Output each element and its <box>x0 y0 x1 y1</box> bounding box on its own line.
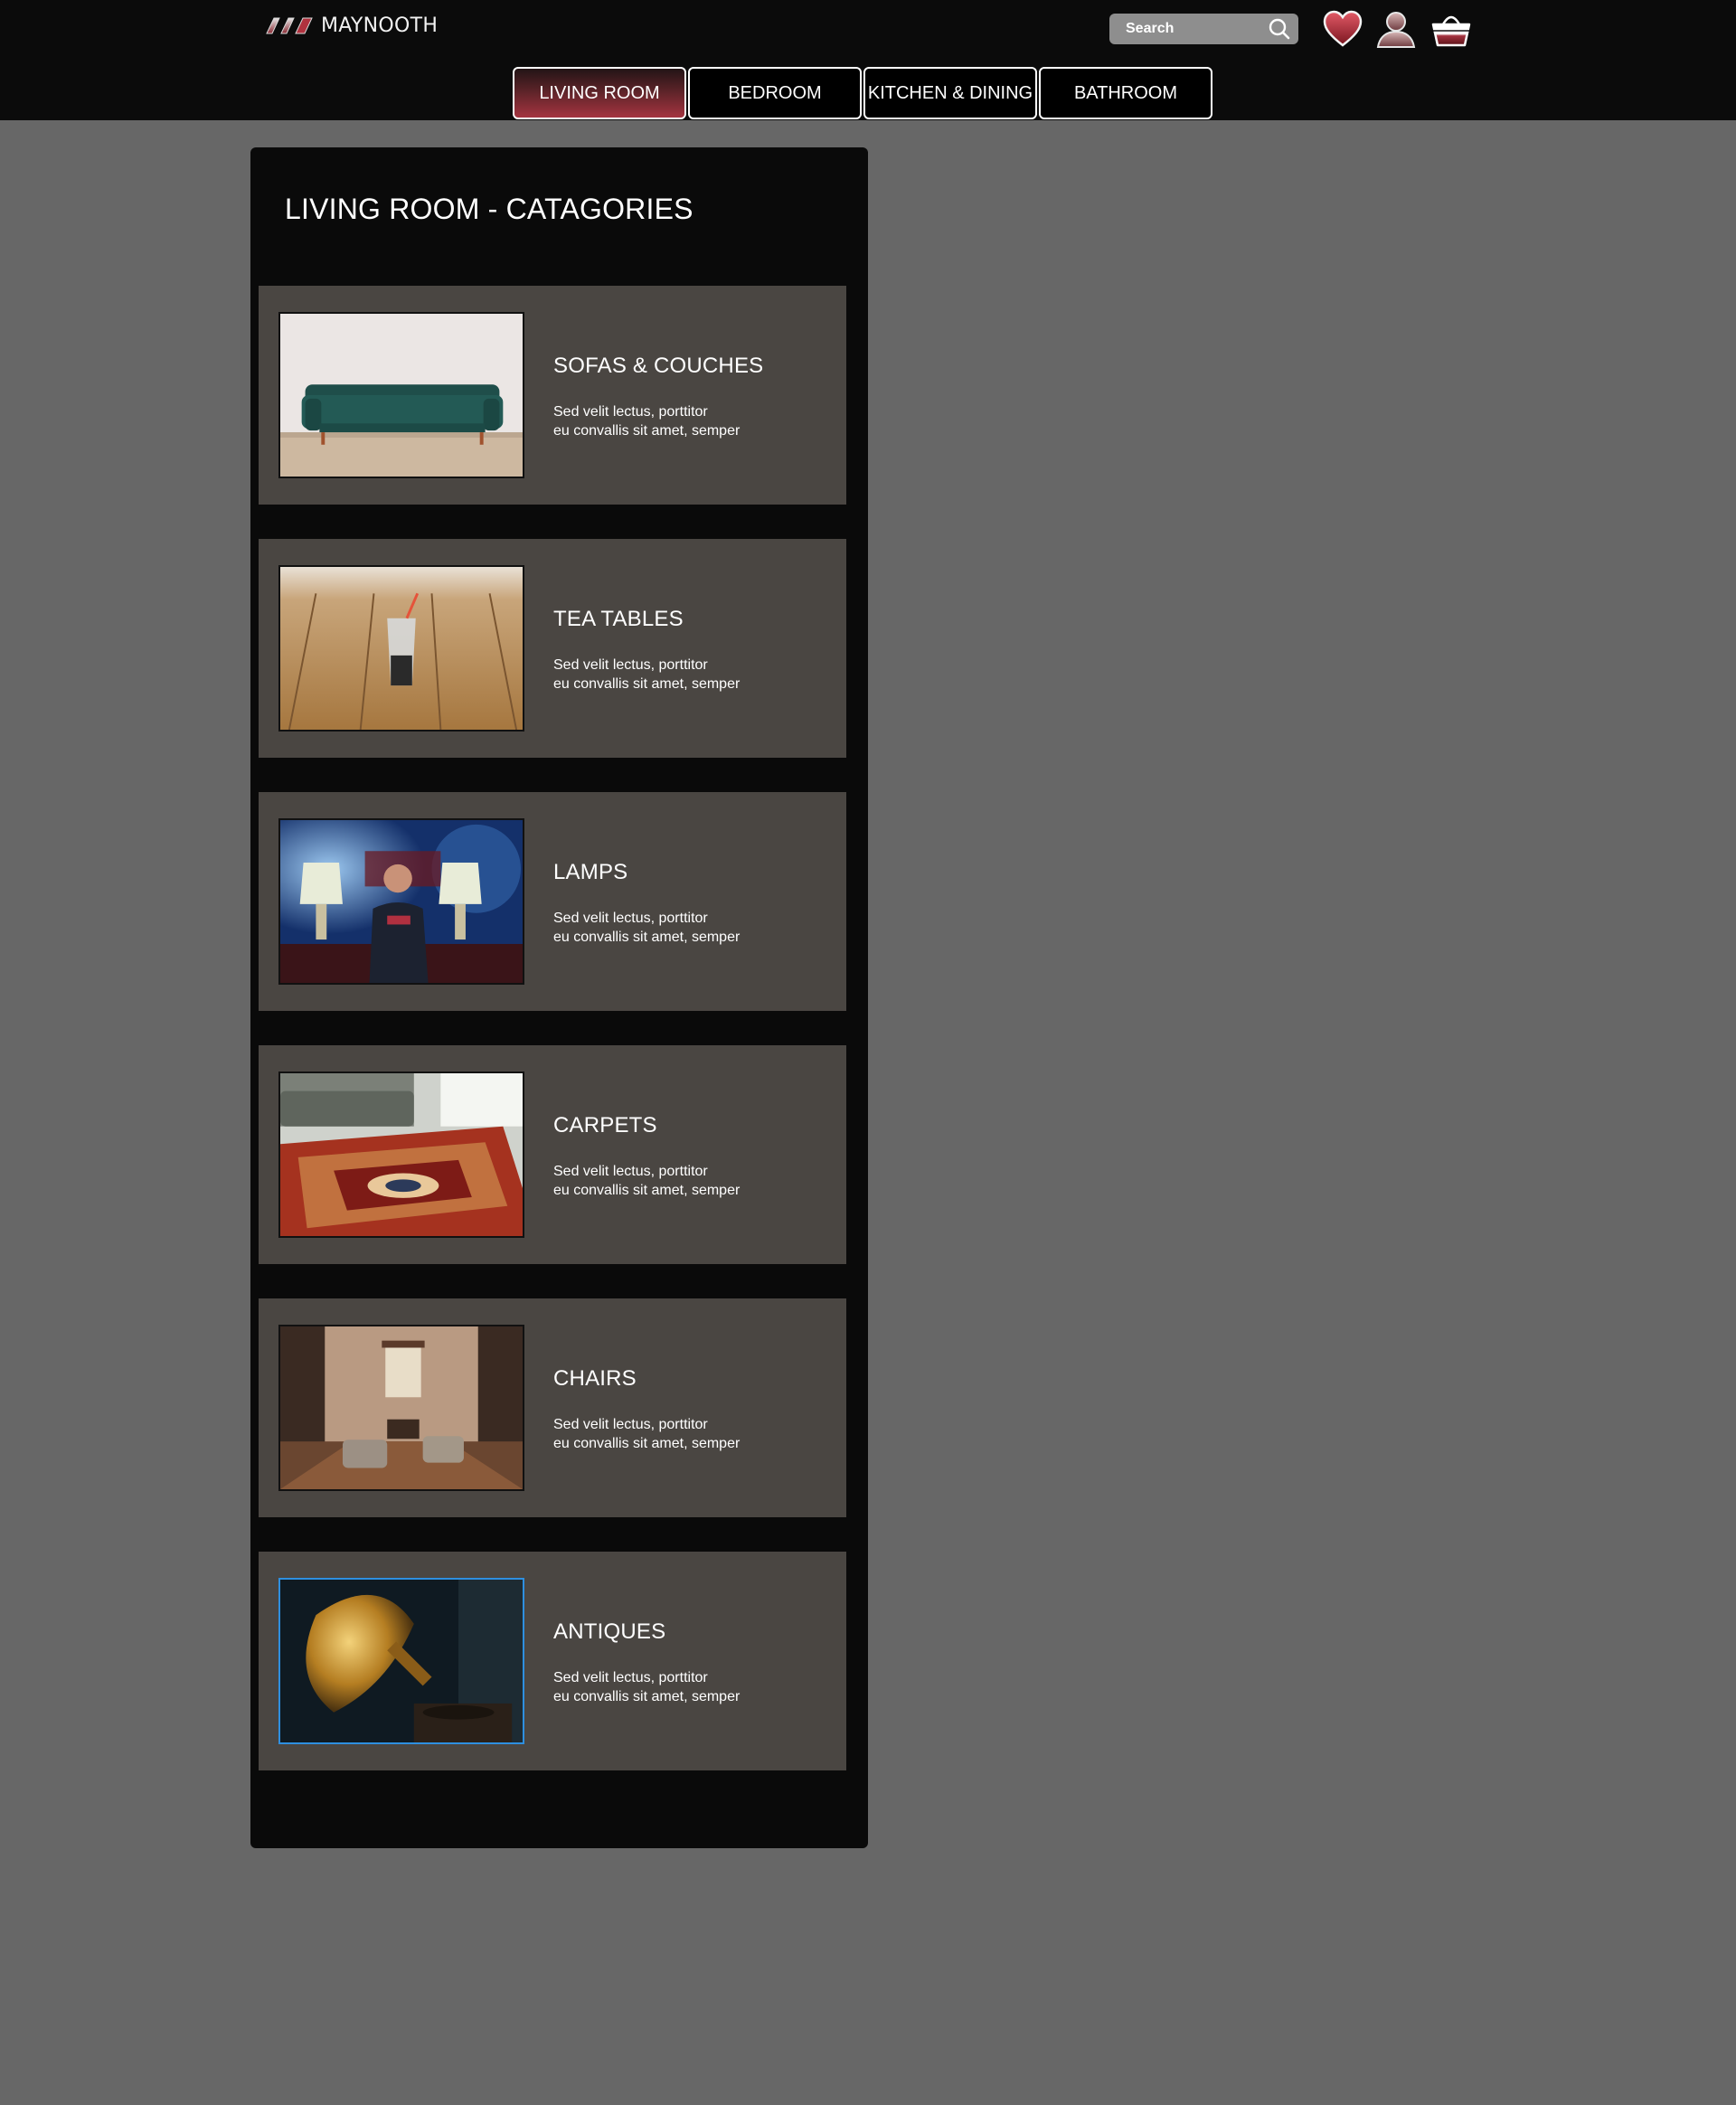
category-nav: LIVING ROOM BEDROOM KITCHEN & DINING BAT… <box>513 67 1212 119</box>
category-card-lamps[interactable]: LAMPS Sed velit lectus, porttitor eu con… <box>259 792 846 1011</box>
category-title: CHAIRS <box>553 1366 637 1391</box>
carpet-image[interactable] <box>278 1071 524 1238</box>
category-title: TEA TABLES <box>553 607 684 631</box>
search-icon[interactable] <box>1268 17 1291 41</box>
chairs-image[interactable] <box>278 1325 524 1491</box>
search-input[interactable] <box>1109 14 1263 44</box>
category-card-tea-tables[interactable]: TEA TABLES Sed velit lectus, porttitor e… <box>259 539 846 758</box>
category-card-sofas[interactable]: SOFAS & COUCHES Sed velit lectus, portti… <box>259 286 846 505</box>
category-card-antiques[interactable]: ANTIQUES Sed velit lectus, porttitor eu … <box>259 1552 846 1770</box>
sofa-image[interactable] <box>278 312 524 478</box>
antiques-image[interactable] <box>278 1578 524 1744</box>
category-card-chairs[interactable]: CHAIRS Sed velit lectus, porttitor eu co… <box>259 1298 846 1517</box>
category-description: Sed velit lectus, porttitor eu convallis… <box>553 1164 741 1198</box>
category-title: SOFAS & COUCHES <box>553 354 764 378</box>
tab-bathroom[interactable]: BATHROOM <box>1039 67 1212 119</box>
category-card-carpets[interactable]: CARPETS Sed velit lectus, porttitor eu c… <box>259 1045 846 1264</box>
category-description: Sed velit lectus, porttitor eu convallis… <box>553 911 741 945</box>
categories-panel: LIVING ROOM - CATAGORIES SOFAS & COUCHES… <box>250 147 868 1848</box>
tea-table-image[interactable] <box>278 565 524 732</box>
brand-name: MAYNOOTH <box>321 14 439 37</box>
brand-logo[interactable]: MAYNOOTH <box>265 11 438 40</box>
brand-mark-icon <box>266 17 313 34</box>
tab-bedroom[interactable]: BEDROOM <box>688 67 862 119</box>
category-title: LAMPS <box>553 860 628 884</box>
user-icon[interactable] <box>1375 9 1417 49</box>
category-description: Sed velit lectus, porttitor eu convallis… <box>553 657 741 692</box>
page-title: LIVING ROOM - CATAGORIES <box>285 193 693 225</box>
top-bar: MAYNOOTH Search LIVING ROOM BEDROOM KITC… <box>0 0 1736 120</box>
category-description: Sed velit lectus, porttitor eu convallis… <box>553 1670 741 1704</box>
category-description: Sed velit lectus, porttitor eu convallis… <box>553 1417 741 1451</box>
search-box <box>1109 14 1298 44</box>
lamps-image[interactable] <box>278 818 524 985</box>
tab-kitchen-dining[interactable]: KITCHEN & DINING <box>863 67 1037 119</box>
category-title: CARPETS <box>553 1113 657 1137</box>
tab-living-room[interactable]: LIVING ROOM <box>513 67 686 119</box>
category-description: Sed velit lectus, porttitor eu convallis… <box>553 404 741 439</box>
category-title: ANTIQUES <box>553 1619 666 1644</box>
basket-icon[interactable] <box>1430 9 1472 49</box>
heart-icon[interactable] <box>1322 9 1363 49</box>
